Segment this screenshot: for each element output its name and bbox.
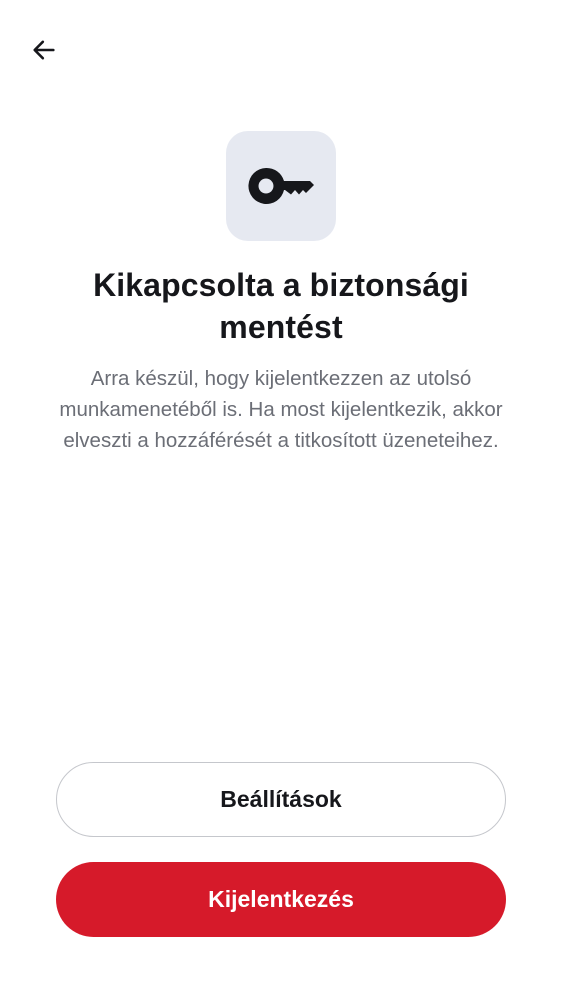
key-icon — [248, 167, 314, 204]
settings-button[interactable]: Beállítások — [56, 762, 506, 837]
arrow-left-icon — [33, 40, 55, 60]
logout-button[interactable]: Kijelentkezés — [56, 862, 506, 937]
description-text: Arra készül, hogy kijelentkezzen az utol… — [59, 367, 503, 452]
back-button[interactable] — [22, 30, 66, 70]
page-title: Kikapcsolta a biztonsági mentést — [93, 267, 469, 345]
key-icon-tile — [226, 131, 336, 241]
